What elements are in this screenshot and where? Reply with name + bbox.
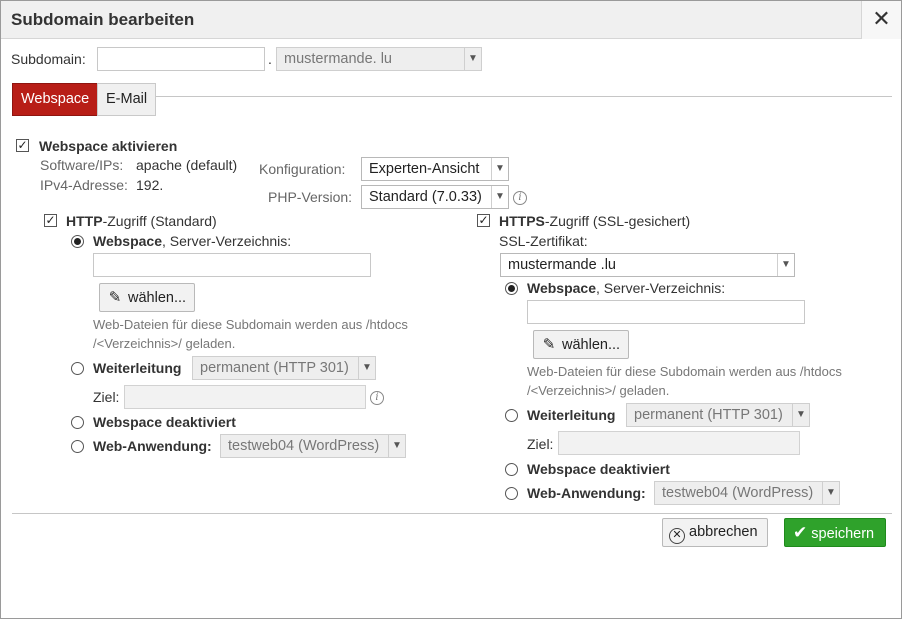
cancel-circle-icon: ✕ — [669, 528, 685, 544]
config-label: Konfiguration: — [259, 161, 346, 177]
edit-subdomain-dialog: Subdomain bearbeiten ✕ Subdomain: . must… — [0, 0, 902, 619]
dialog-title: Subdomain bearbeiten — [11, 10, 195, 29]
https-checkbox[interactable]: ✓ — [477, 214, 490, 227]
https-webapp-select[interactable]: testweb04 (WordPress) ▼ — [654, 481, 840, 505]
chevron-down-icon: ▼ — [777, 254, 794, 276]
https-title-bold: HTTPS — [499, 213, 545, 229]
https-hint: Web-Dateien für diese Subdomain werden a… — [527, 362, 842, 400]
http-hint: Web-Dateien für diese Subdomain werden a… — [93, 315, 408, 353]
https-title-rest: -Zugriff (SSL-gesichert) — [544, 213, 691, 229]
http-checkbox[interactable]: ✓ — [44, 214, 57, 227]
http-redirect-select-value: permanent (HTTP 301) — [200, 360, 349, 376]
php-select[interactable]: Standard (7.0.33) ▼ — [361, 185, 509, 209]
https-webapp-radio[interactable] — [505, 487, 518, 500]
ipv4-value: 192. — [136, 177, 164, 193]
http-title: HTTP-Zugriff (Standard) — [66, 213, 217, 229]
webspace-activate-label: Webspace aktivieren — [39, 138, 178, 154]
https-disabled-radio[interactable] — [505, 463, 518, 476]
footer-divider — [12, 513, 892, 514]
chevron-down-icon: ▼ — [491, 158, 508, 180]
https-target-input[interactable] — [558, 431, 800, 455]
https-webspace-label: Webspace, Server-Verzeichnis: — [527, 280, 725, 296]
https-redirect-label: Weiterleitung — [527, 407, 616, 423]
info-icon[interactable]: i — [513, 191, 527, 205]
close-icon: ✕ — [872, 6, 891, 31]
chevron-down-icon: ▼ — [358, 357, 375, 379]
http-redirect-select[interactable]: permanent (HTTP 301) ▼ — [192, 356, 376, 380]
config-select-value: Experten-Ansicht — [369, 161, 480, 177]
chevron-down-icon: ▼ — [822, 482, 839, 504]
dialog-titlebar: Subdomain bearbeiten ✕ — [1, 1, 901, 39]
http-webapp-label: Web-Anwendung: — [93, 438, 212, 454]
http-target-label: Ziel: — [93, 389, 120, 405]
https-hint-line2: /<Verzeichnis>/ geladen. — [527, 383, 670, 398]
info-icon[interactable]: i — [370, 391, 384, 405]
http-hint-line2: /<Verzeichnis>/ geladen. — [93, 336, 236, 351]
http-choose-label: wählen... — [128, 290, 187, 306]
php-select-value: Standard (7.0.33) — [369, 189, 482, 205]
cancel-label: abbrechen — [689, 524, 758, 540]
pencil-icon: ✎ — [542, 336, 556, 353]
https-redirect-select[interactable]: permanent (HTTP 301) ▼ — [626, 403, 810, 427]
tab-email[interactable]: E-Mail — [97, 83, 157, 116]
php-label: PHP-Version: — [268, 189, 353, 205]
http-title-rest: -Zugriff (Standard) — [102, 213, 217, 229]
http-webspace-radio[interactable] — [71, 235, 84, 248]
http-webapp-select[interactable]: testweb04 (WordPress) ▼ — [220, 434, 406, 458]
https-hint-line1: Web-Dateien für diese Subdomain werden a… — [527, 364, 842, 379]
close-button[interactable]: ✕ — [861, 1, 901, 39]
http-disabled-label: Webspace deaktiviert — [93, 414, 236, 430]
http-webspace-bold: Webspace — [93, 233, 162, 249]
http-directory-input[interactable] — [93, 253, 371, 277]
http-redirect-radio[interactable] — [71, 362, 84, 375]
https-webspace-bold: Webspace — [527, 280, 596, 296]
https-choose-label: wählen... — [562, 337, 621, 353]
config-select[interactable]: Experten-Ansicht ▼ — [361, 157, 509, 181]
http-webapp-select-value: testweb04 (WordPress) — [228, 438, 380, 454]
subdomain-dot: . — [268, 51, 272, 67]
https-webapp-select-value: testweb04 (WordPress) — [662, 485, 814, 501]
domain-select-value: mustermande. lu — [284, 51, 392, 67]
chevron-down-icon: ▼ — [792, 404, 809, 426]
https-webapp-label: Web-Anwendung: — [527, 485, 646, 501]
https-title: HTTPS-Zugriff (SSL-gesichert) — [499, 213, 690, 229]
http-webspace-label: Webspace, Server-Verzeichnis: — [93, 233, 291, 249]
http-title-bold: HTTP — [66, 213, 103, 229]
tab-divider — [156, 96, 892, 97]
http-choose-button[interactable]: ✎ wählen... — [99, 283, 195, 312]
https-choose-button[interactable]: ✎ wählen... — [533, 330, 629, 359]
https-target-label: Ziel: — [527, 436, 554, 452]
chevron-down-icon: ▼ — [464, 48, 481, 70]
cancel-button[interactable]: ✕ abbrechen — [662, 518, 768, 547]
subdomain-label: Subdomain: — [11, 51, 86, 67]
http-webspace-rest: , Server-Verzeichnis: — [162, 233, 292, 249]
https-redirect-select-value: permanent (HTTP 301) — [634, 407, 783, 423]
http-disabled-radio[interactable] — [71, 416, 84, 429]
ssl-select[interactable]: mustermande .lu ▼ — [500, 253, 795, 277]
subdomain-input[interactable] — [97, 47, 265, 71]
save-button[interactable]: ✔ speichern — [784, 518, 886, 547]
webspace-activate-checkbox[interactable]: ✓ — [16, 139, 29, 152]
chevron-down-icon: ▼ — [388, 435, 405, 457]
tab-webspace[interactable]: Webspace — [12, 83, 99, 116]
http-redirect-label: Weiterleitung — [93, 360, 182, 376]
save-label: speichern — [811, 526, 875, 542]
http-hint-line1: Web-Dateien für diese Subdomain werden a… — [93, 317, 408, 332]
ssl-select-value: mustermande .lu — [508, 257, 616, 273]
software-label: Software/IPs: — [40, 157, 124, 173]
chevron-down-icon: ▼ — [491, 186, 508, 208]
pencil-icon: ✎ — [108, 289, 122, 306]
http-webapp-radio[interactable] — [71, 440, 84, 453]
http-target-input[interactable] — [124, 385, 366, 409]
https-webspace-radio[interactable] — [505, 282, 518, 295]
https-disabled-label: Webspace deaktiviert — [527, 461, 670, 477]
software-value: apache (default) — [136, 157, 238, 173]
ssl-label: SSL-Zertifikat: — [499, 233, 588, 249]
ipv4-label: IPv4-Adresse: — [40, 177, 128, 193]
https-webspace-rest: , Server-Verzeichnis: — [596, 280, 726, 296]
checkmark-icon: ✔ — [793, 523, 808, 542]
domain-select[interactable]: mustermande. lu ▼ — [276, 47, 482, 71]
https-directory-input[interactable] — [527, 300, 805, 324]
https-redirect-radio[interactable] — [505, 409, 518, 422]
